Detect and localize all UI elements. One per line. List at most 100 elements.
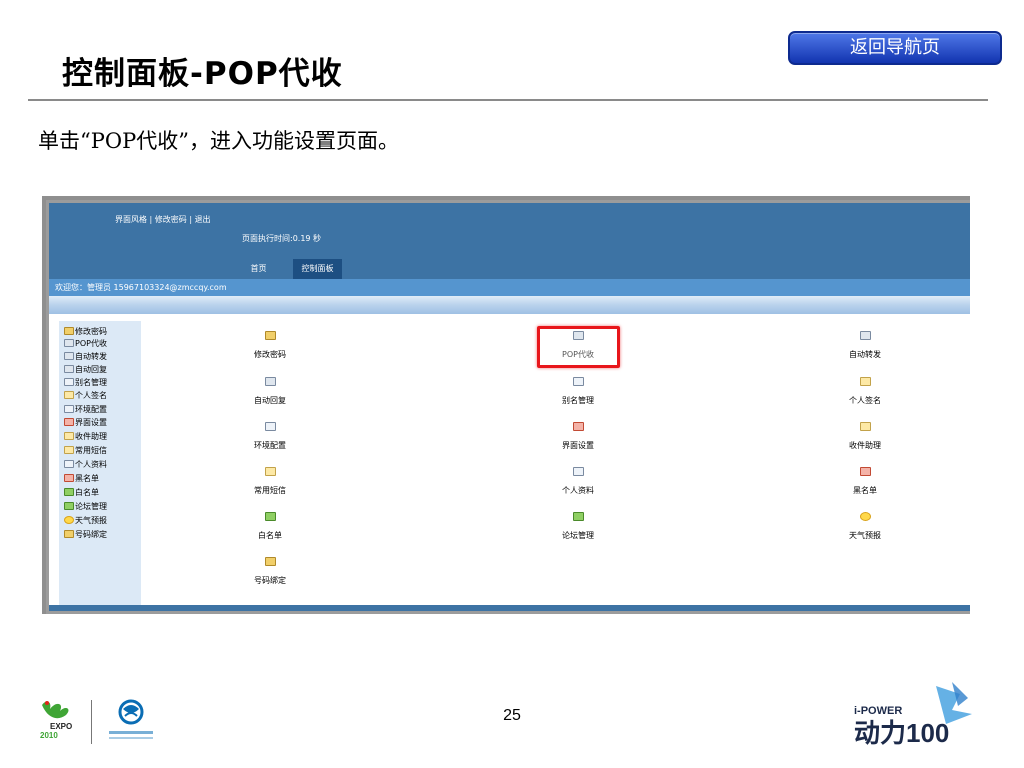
grid-item-label: 常用短信 [254,486,286,495]
grid-item-auto-reply[interactable]: 自动回复 [210,377,330,406]
grid-item-label: 自动转发 [849,350,881,359]
sidebar: 修改密码 POP代收 自动转发 自动回复 别名管理 个人签名 环境配置 界面设置… [59,321,141,605]
sidebar-item-environment[interactable]: 环境配置 [64,404,107,416]
reply-icon [264,377,276,386]
ipower-logo-text: i-POWER [854,705,902,717]
sidebar-item-label: POP代收 [75,339,107,348]
expo-logo: EXPO 2010 [40,701,72,740]
signature-icon [64,391,74,399]
grid-item-weather[interactable]: 天气预报 [805,512,925,541]
sidebar-item-sms[interactable]: 常用短信 [64,445,107,457]
sidebar-item-label: 黑名单 [75,474,99,483]
grid-item-environment[interactable]: 环境配置 [210,422,330,451]
blacklist-icon [859,467,871,476]
sidebar-item-whitelist[interactable]: 白名单 [64,487,99,499]
sidebar-item-phone-bind[interactable]: 号码绑定 [64,529,107,541]
sidebar-item-label: 收件助理 [75,432,107,441]
link-interface-style[interactable]: 界面风格 [115,215,147,224]
profile-icon [64,460,74,468]
tab-control-panel[interactable]: 控制面板 [293,259,342,279]
svg-text:2010: 2010 [40,731,58,740]
alias-icon [64,378,74,386]
sidebar-item-label: 别名管理 [75,378,107,387]
back-to-navigation-button[interactable]: 返回导航页 [788,31,1002,65]
sidebar-item-weather[interactable]: 天气预报 [64,515,107,527]
expo-logo-text: EXPO [50,722,72,731]
sidebar-item-interface[interactable]: 界面设置 [64,417,107,429]
instruction-text: 单击“POP代收”，进入功能设置页面。 [38,129,399,153]
assistant-icon [64,432,74,440]
sidebar-item-auto-forward[interactable]: 自动转发 [64,351,107,363]
grid-item-signature[interactable]: 个人签名 [805,377,925,406]
app-header: 界面风格 | 修改密码 | 退出 页面执行时间:0.19 秒 首页 控制面板 [49,203,970,279]
forward-icon [859,331,871,340]
grid-item-alias[interactable]: 别名管理 [518,377,638,406]
phone-bind-icon [264,557,276,566]
control-panel-screenshot: 界面风格 | 修改密码 | 退出 页面执行时间:0.19 秒 首页 控制面板 欢… [46,200,970,614]
grid-item-forum[interactable]: 论坛管理 [518,512,638,541]
sidebar-item-pop-collect[interactable]: POP代收 [64,338,107,350]
sidebar-item-label: 白名单 [75,488,99,497]
sidebar-item-alias[interactable]: 别名管理 [64,377,107,389]
sidebar-item-profile[interactable]: 个人资料 [64,459,107,471]
grid-item-blacklist[interactable]: 黑名单 [805,467,925,496]
mailbox-icon [64,339,74,347]
assistant-icon [859,422,871,431]
blacklist-icon [64,474,74,482]
selection-highlight [537,326,620,368]
sidebar-item-assistant[interactable]: 收件助理 [64,431,107,443]
sidebar-item-label: 自动转发 [75,352,107,361]
tab-home[interactable]: 首页 [236,259,281,279]
grid-item-sms[interactable]: 常用短信 [210,467,330,496]
grid-item-assistant[interactable]: 收件助理 [805,422,925,451]
phone-bind-icon [64,530,74,538]
grid-item-change-password[interactable]: 修改密码 [210,331,330,360]
config-icon [264,422,276,431]
alias-icon [572,377,584,386]
welcome-bar: 欢迎您：管理员 15967103324@zmccqy.com [49,279,970,296]
folder-icon [64,446,74,454]
sidebar-item-label: 个人签名 [75,391,107,400]
link-change-password[interactable]: 修改密码 [155,215,187,224]
sidebar-item-label: 界面设置 [75,418,107,427]
folder-icon [264,467,276,476]
sidebar-item-signature[interactable]: 个人签名 [64,390,107,402]
sidebar-item-label: 号码绑定 [75,530,107,539]
sidebar-item-label: 自动回复 [75,365,107,374]
grid-item-whitelist[interactable]: 白名单 [210,512,330,541]
interface-icon [64,418,74,426]
whitelist-icon [264,512,276,521]
china-mobile-logo [109,699,153,739]
app-footer-bar [49,605,970,611]
key-icon [64,327,74,335]
sidebar-item-label: 常用短信 [75,446,107,455]
toolbar-strip [49,296,970,314]
grid-item-profile[interactable]: 个人资料 [518,467,638,496]
sidebar-item-change-password[interactable]: 修改密码 [64,326,107,338]
exec-time: 页面执行时间:0.19 秒 [242,234,322,243]
forward-icon [64,352,74,360]
sidebar-item-label: 修改密码 [75,327,107,336]
top-links: 界面风格 | 修改密码 | 退出 [115,215,211,224]
grid-item-label: 收件助理 [849,441,881,450]
grid-item-label: 修改密码 [254,350,286,359]
grid-item-label: 界面设置 [562,441,594,450]
grid-item-interface[interactable]: 界面设置 [518,422,638,451]
grid-item-auto-forward[interactable]: 自动转发 [805,331,925,360]
profile-icon [572,467,584,476]
reply-icon [64,365,74,373]
grid-item-phone-bind[interactable]: 号码绑定 [210,557,330,586]
forum-icon [572,512,584,521]
slide-title: 控制面板-POP代收 [62,56,343,92]
grid-item-label: 环境配置 [254,441,286,450]
grid-item-label: 个人资料 [562,486,594,495]
sidebar-item-forum[interactable]: 论坛管理 [64,501,107,513]
sidebar-item-blacklist[interactable]: 黑名单 [64,473,99,485]
link-logout[interactable]: 退出 [195,215,211,224]
grid-item-label: 论坛管理 [562,531,594,540]
sidebar-item-auto-reply[interactable]: 自动回复 [64,364,107,376]
grid-item-label: 黑名单 [853,486,877,495]
whitelist-icon [64,488,74,496]
config-icon [64,405,74,413]
title-divider [28,99,988,101]
